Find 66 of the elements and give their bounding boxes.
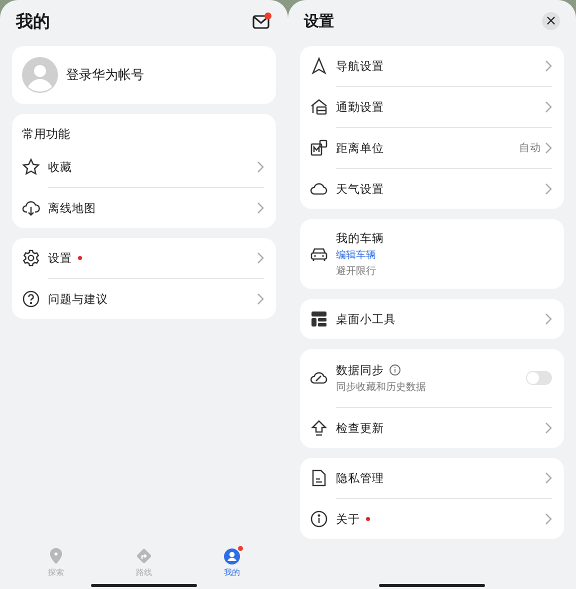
upload-arrow-icon bbox=[310, 419, 328, 437]
chevron-icon bbox=[545, 183, 552, 195]
item-value: 自动 bbox=[519, 141, 541, 155]
item-label: 检查更新 bbox=[336, 420, 384, 436]
menu-item[interactable]: 收藏 bbox=[22, 147, 264, 187]
settings-item[interactable]: 距离单位 自动 bbox=[310, 128, 552, 168]
location-pin-icon bbox=[47, 547, 65, 565]
close-button[interactable]: × bbox=[542, 12, 560, 30]
chevron-icon bbox=[545, 101, 552, 113]
settings-item[interactable]: 导航设置 bbox=[310, 46, 552, 86]
star-icon bbox=[22, 158, 40, 176]
avatar-icon bbox=[22, 57, 58, 93]
chevron-icon bbox=[545, 513, 552, 525]
item-label: 问题与建议 bbox=[48, 292, 108, 306]
info-icon[interactable] bbox=[389, 364, 401, 376]
item-label: 我的车辆 bbox=[336, 230, 384, 246]
edit-vehicle-link[interactable]: 编辑车辆 bbox=[336, 248, 384, 262]
chevron-icon bbox=[257, 202, 264, 214]
account-card[interactable]: 登录华为帐号 bbox=[12, 46, 276, 104]
settings-item[interactable]: 隐私管理 bbox=[310, 458, 552, 498]
menu-item[interactable]: 设置 bbox=[22, 238, 264, 278]
page-title: 我的 bbox=[16, 10, 51, 32]
menu-item[interactable]: 离线地图 bbox=[22, 188, 264, 228]
cloud-download-icon bbox=[22, 199, 40, 217]
distance-unit-icon bbox=[310, 139, 328, 157]
gear-icon bbox=[22, 249, 40, 267]
item-label: 收藏 bbox=[48, 160, 72, 174]
chevron-icon bbox=[545, 472, 552, 484]
item-label: 距离单位 bbox=[336, 140, 384, 156]
settings-item[interactable]: 通勤设置 bbox=[310, 87, 552, 127]
item-label: 关于 bbox=[336, 512, 360, 526]
item-label: 通勤设置 bbox=[336, 100, 384, 114]
section-heading: 常用功能 bbox=[22, 126, 71, 143]
toggle-switch[interactable] bbox=[526, 371, 552, 385]
item-subtitle: 同步收藏和历史数据 bbox=[336, 380, 426, 394]
chevron-icon bbox=[545, 313, 552, 325]
navigation-arrow-icon bbox=[310, 57, 328, 75]
person-icon bbox=[223, 547, 241, 565]
menu-item[interactable]: 问题与建议 bbox=[22, 279, 264, 319]
settings-item[interactable]: 关于 bbox=[310, 499, 552, 539]
chevron-icon bbox=[257, 293, 264, 305]
document-icon bbox=[310, 469, 328, 487]
help-icon bbox=[22, 290, 40, 308]
chevron-icon bbox=[257, 161, 264, 173]
page-title: 设置 bbox=[304, 12, 335, 30]
item-label: 数据同步 bbox=[336, 362, 384, 378]
settings-item[interactable]: 数据同步 同步收藏和历史数据 bbox=[310, 349, 552, 407]
chevron-icon bbox=[545, 142, 552, 154]
item-label: 设置 bbox=[48, 250, 72, 266]
widget-icon bbox=[310, 310, 328, 328]
mail-icon[interactable] bbox=[252, 12, 272, 30]
chevron-icon bbox=[545, 422, 552, 434]
chevron-icon bbox=[545, 60, 552, 72]
item-label: 离线地图 bbox=[48, 200, 96, 216]
login-label: 登录华为帐号 bbox=[66, 67, 144, 84]
settings-item[interactable]: 天气设置 bbox=[310, 169, 552, 209]
chevron-icon bbox=[257, 252, 264, 264]
tab-bar-item[interactable]: 我的 bbox=[202, 547, 262, 578]
settings-item[interactable]: 检查更新 bbox=[310, 408, 552, 448]
item-label: 天气设置 bbox=[336, 182, 384, 196]
item-subtitle: 避开限行 bbox=[336, 264, 377, 278]
house-icon bbox=[310, 98, 328, 116]
item-label: 导航设置 bbox=[336, 58, 384, 74]
item-label: 桌面小工具 bbox=[336, 312, 396, 326]
item-label: 隐私管理 bbox=[336, 470, 384, 486]
info-icon bbox=[310, 510, 328, 528]
